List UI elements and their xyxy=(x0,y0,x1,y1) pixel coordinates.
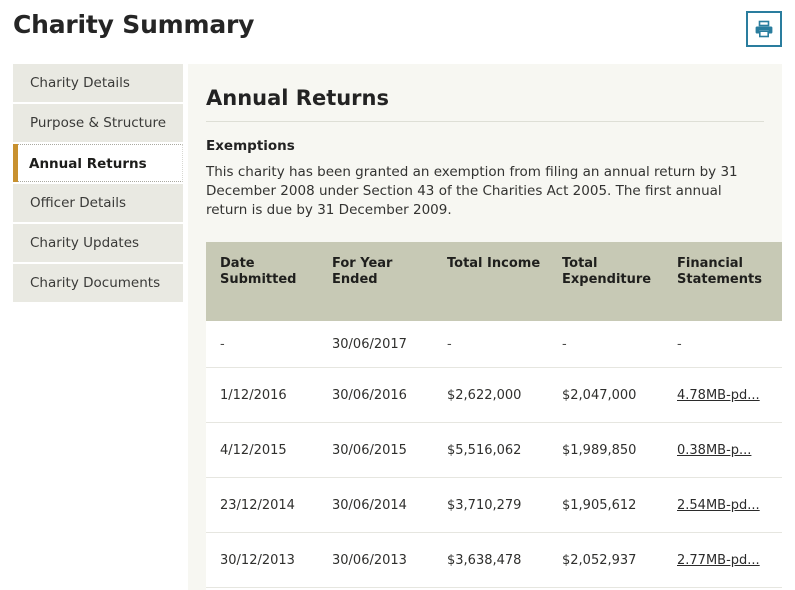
cell-financial-statements: - xyxy=(663,321,779,369)
cell-total-income: - xyxy=(433,321,548,369)
table-row: 4/12/2015 30/06/2015 $5,516,062 $1,989,8… xyxy=(206,422,782,479)
column-header-label: For Year Ended xyxy=(332,256,393,288)
column-header-view-summary: View Summary (.pdf <1MB) xyxy=(779,242,782,322)
sidebar-item-charity-updates[interactable]: Charity Updates xyxy=(13,224,183,262)
column-header-financial-statements: Financial Statements xyxy=(663,242,779,322)
cell-date-submitted: 1/12/2016 xyxy=(206,367,318,424)
cell-date-submitted: 4/12/2015 xyxy=(206,422,318,479)
financial-statement-link[interactable]: 4.78MB-pd... xyxy=(677,388,760,403)
column-header-label: Date Submitted xyxy=(220,256,297,288)
cell-text: $3,638,478 xyxy=(447,552,522,568)
table-row: 1/12/2016 30/06/2016 $2,622,000 $2,047,0… xyxy=(206,367,782,424)
cell-for-year-ended: 30/06/2017 xyxy=(318,321,433,369)
main-content-panel: Annual Returns Exemptions This charity h… xyxy=(188,64,782,590)
cell-for-year-ended: 30/06/2014 xyxy=(318,477,433,534)
sidebar-item-annual-returns[interactable]: Annual Returns xyxy=(13,144,183,182)
sidebar-item-label: Annual Returns xyxy=(29,156,147,172)
cell-text: 30/06/2013 xyxy=(332,552,407,568)
cell-text: 30/06/2017 xyxy=(332,336,407,352)
sidebar-item-label: Officer Details xyxy=(30,195,127,211)
sidebar-item-label: Charity Details xyxy=(30,75,130,91)
cell-total-expenditure: - xyxy=(548,321,663,369)
cell-text: $2,622,000 xyxy=(447,387,522,403)
column-header-total-expenditure: Total Expenditure xyxy=(548,242,663,322)
cell-view-summary: Jun/2016 xyxy=(779,367,782,424)
sidebar-nav: Charity Details Purpose & Structure Annu… xyxy=(13,64,183,304)
cell-total-income: $3,710,279 xyxy=(433,477,548,534)
cell-view-summary: - xyxy=(779,321,782,369)
cell-text: $5,516,062 xyxy=(447,442,522,458)
column-header-label: Total Income xyxy=(447,256,541,272)
financial-statement-link[interactable]: 2.54MB-pd... xyxy=(677,498,760,513)
cell-text: 30/06/2015 xyxy=(332,442,407,458)
cell-date-submitted: 30/12/2013 xyxy=(206,532,318,589)
cell-text: 23/12/2014 xyxy=(220,497,295,513)
annual-returns-table-wrapper: Date Submitted For Year Ended Total Inco… xyxy=(206,242,782,590)
cell-text: 1/12/2016 xyxy=(220,387,287,403)
cell-financial-statements: 4.78MB-pd... xyxy=(663,367,779,424)
cell-text: 30/06/2014 xyxy=(332,497,407,513)
cell-for-year-ended: 30/06/2015 xyxy=(318,422,433,479)
cell-text: 30/06/2016 xyxy=(332,387,407,403)
cell-for-year-ended: 30/06/2016 xyxy=(318,367,433,424)
exemptions-text: This charity has been granted an exempti… xyxy=(206,164,738,219)
cell-text: $1,989,850 xyxy=(562,442,637,458)
cell-total-expenditure: $1,905,612 xyxy=(548,477,663,534)
cell-total-expenditure: $1,989,850 xyxy=(548,422,663,479)
column-header-for-year-ended: For Year Ended xyxy=(318,242,433,322)
annual-returns-table: Date Submitted For Year Ended Total Inco… xyxy=(206,242,782,590)
table-body: - 30/06/2017 - - - - 1/12/2016 30/06/201… xyxy=(206,321,782,590)
cell-view-summary: Jun/2014 xyxy=(779,477,782,534)
column-header-label: Total Expenditure xyxy=(562,256,652,288)
sidebar-item-purpose-structure[interactable]: Purpose & Structure xyxy=(13,104,183,142)
column-header-label: Financial Statements xyxy=(677,256,762,288)
cell-financial-statements: 2.77MB-pd... xyxy=(663,532,779,589)
sidebar-item-label: Charity Updates xyxy=(30,235,140,251)
financial-statement-link[interactable]: 0.38MB-p... xyxy=(677,443,751,458)
cell-text: - xyxy=(562,336,567,352)
table-header-row: Date Submitted For Year Ended Total Inco… xyxy=(206,242,782,322)
cell-date-submitted: - xyxy=(206,321,318,369)
cell-view-summary: Jun/2015 xyxy=(779,422,782,479)
financial-statement-link[interactable]: 2.77MB-pd... xyxy=(677,553,760,568)
title-divider xyxy=(206,121,764,123)
cell-date-submitted: 23/12/2014 xyxy=(206,477,318,534)
cell-text: 30/12/2013 xyxy=(220,552,295,568)
sidebar-item-charity-details[interactable]: Charity Details xyxy=(13,64,183,102)
cell-text: 4/12/2015 xyxy=(220,442,287,458)
cell-total-expenditure: $2,047,000 xyxy=(548,367,663,424)
table-row: - 30/06/2017 - - - - xyxy=(206,321,782,369)
cell-total-income: $3,638,478 xyxy=(433,532,548,589)
cell-text: - xyxy=(447,336,452,352)
cell-text: $2,052,937 xyxy=(562,552,637,568)
cell-text: $3,710,279 xyxy=(447,497,522,513)
cell-text: - xyxy=(677,336,682,352)
cell-text: $1,905,612 xyxy=(562,497,637,513)
column-header-total-income: Total Income xyxy=(433,242,548,322)
section-title: Annual Returns xyxy=(206,86,389,110)
cell-financial-statements: 2.54MB-pd... xyxy=(663,477,779,534)
cell-view-summary: Jun/2013 xyxy=(779,532,782,589)
page-body: Charity Details Purpose & Structure Annu… xyxy=(0,58,795,590)
printer-icon xyxy=(754,19,774,39)
column-header-date-submitted: Date Submitted xyxy=(206,242,318,322)
cell-text: $2,047,000 xyxy=(562,387,637,403)
sidebar-item-officer-details[interactable]: Officer Details xyxy=(13,184,183,222)
page-title: Charity Summary xyxy=(13,10,255,39)
cell-for-year-ended: 30/06/2013 xyxy=(318,532,433,589)
sidebar-item-label: Purpose & Structure xyxy=(30,115,167,131)
cell-text: - xyxy=(220,336,225,352)
table-row: 23/12/2014 30/06/2014 $3,710,279 $1,905,… xyxy=(206,477,782,534)
print-button[interactable] xyxy=(746,11,782,47)
exemptions-heading: Exemptions xyxy=(206,138,295,155)
table-header: Date Submitted For Year Ended Total Inco… xyxy=(206,242,782,322)
cell-financial-statements: 0.38MB-p... xyxy=(663,422,779,479)
sidebar-item-charity-documents[interactable]: Charity Documents xyxy=(13,264,183,302)
cell-total-expenditure: $2,052,937 xyxy=(548,532,663,589)
cell-total-income: $2,622,000 xyxy=(433,367,548,424)
cell-total-income: $5,516,062 xyxy=(433,422,548,479)
table-row: 30/12/2013 30/06/2013 $3,638,478 $2,052,… xyxy=(206,532,782,589)
page-header: Charity Summary xyxy=(0,0,795,58)
sidebar-item-label: Charity Documents xyxy=(30,275,161,291)
